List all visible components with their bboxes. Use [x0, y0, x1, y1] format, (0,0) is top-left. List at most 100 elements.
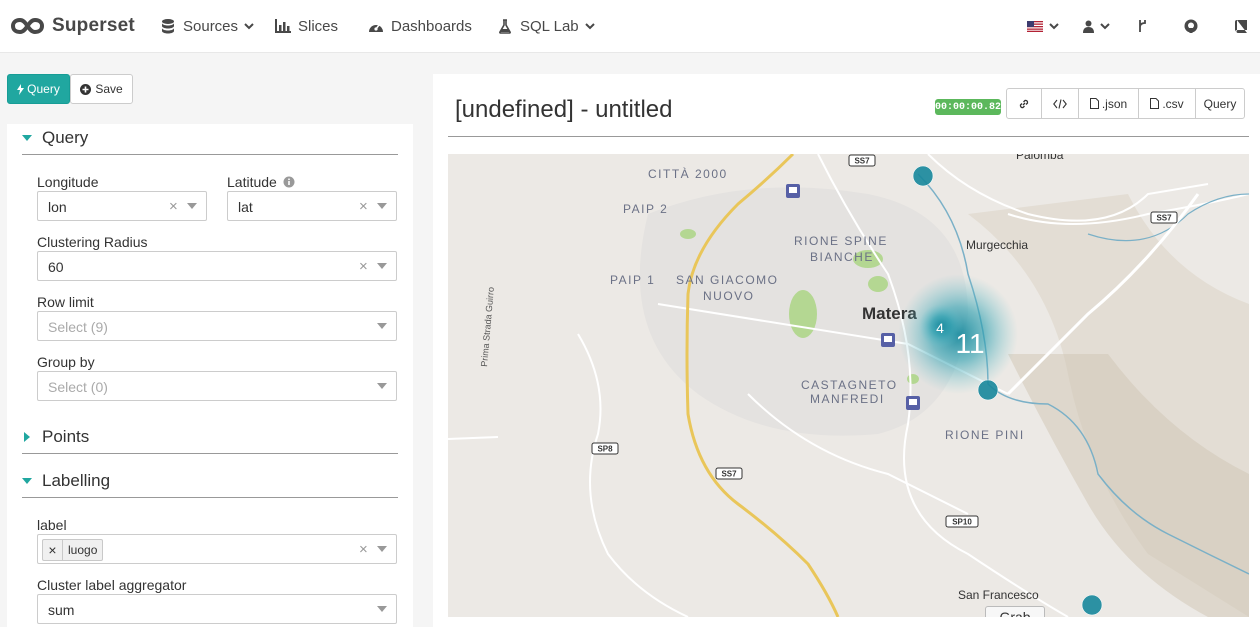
latitude-select[interactable]: lat × — [227, 191, 397, 221]
info-circle-icon[interactable] — [283, 176, 295, 188]
section-query-title: Query — [42, 128, 89, 147]
clear-icon[interactable]: × — [169, 198, 178, 215]
radius-value: 60 — [48, 259, 64, 275]
shield-ss7-b: SS7 — [1156, 214, 1172, 223]
docs-link[interactable] — [1235, 15, 1247, 37]
save-button[interactable]: Save — [70, 74, 133, 104]
aggregator-value: sum — [48, 602, 75, 618]
clear-icon[interactable]: × — [359, 258, 368, 275]
brand[interactable]: Superset — [11, 12, 135, 40]
navbar: Superset Sources Slices Dashboards SQL L… — [0, 0, 1260, 53]
latitude-value: lat — [238, 199, 253, 215]
chart-title[interactable]: [undefined] - untitled — [455, 96, 673, 124]
section-points-title: Points — [42, 427, 90, 446]
view-query-label: Query — [1203, 96, 1237, 111]
csv-button[interactable]: .csv — [1138, 88, 1196, 119]
point-marker[interactable] — [912, 165, 934, 187]
user-menu[interactable] — [1083, 15, 1110, 37]
longitude-select[interactable]: lon × — [37, 191, 207, 221]
point-marker[interactable] — [977, 379, 999, 401]
caret-right-icon — [24, 432, 30, 442]
label-rione-spine: RIONE SPINE — [794, 234, 888, 248]
nav-slices[interactable]: Slices — [275, 16, 338, 36]
nav-sqllab-label: SQL Lab — [520, 17, 579, 35]
longitude-label: Longitude — [37, 174, 99, 190]
label-paip-2: PAIP 2 — [623, 202, 668, 216]
nav-sources[interactable]: Sources — [160, 16, 254, 36]
bar-chart-icon — [275, 18, 291, 34]
group-by-placeholder: Select (0) — [48, 379, 108, 395]
remove-tag-icon[interactable]: × — [43, 540, 63, 560]
file-icon — [1150, 98, 1160, 109]
tag-label: luogo — [68, 543, 98, 557]
nav-dashboards[interactable]: Dashboards — [368, 16, 472, 36]
chevron-down-icon — [377, 546, 387, 552]
aggregator-select[interactable]: sum — [37, 594, 397, 624]
chevron-down-icon — [377, 606, 387, 612]
embed-button[interactable] — [1041, 88, 1079, 119]
label-bianche: BIANCHE — [810, 250, 874, 264]
query-button-label: Query — [27, 82, 60, 96]
chevron-down-icon — [377, 263, 387, 269]
section-labelling-header[interactable]: Labelling — [22, 470, 110, 492]
label-castagneto: CASTAGNETO — [801, 378, 898, 392]
database-icon — [160, 18, 176, 34]
chevron-down-icon — [584, 22, 595, 29]
chevron-down-icon — [377, 383, 387, 389]
row-limit-placeholder: Select (9) — [48, 319, 108, 335]
park — [789, 290, 817, 338]
longitude-value: lon — [48, 199, 67, 215]
json-button[interactable]: .json — [1078, 88, 1139, 119]
clear-icon[interactable]: × — [359, 198, 368, 215]
csv-button-label: .csv — [1162, 96, 1184, 111]
grab-handle[interactable]: Grab — [985, 606, 1045, 617]
shield-ss7-c: SS7 — [721, 470, 737, 479]
shield-sp8: SP8 — [597, 445, 613, 454]
label-field-label: label — [37, 517, 67, 533]
title-divider — [448, 136, 1249, 137]
row-limit-select[interactable]: Select (9) — [37, 311, 397, 341]
bolt-icon — [17, 83, 25, 95]
selected-tag: × luogo — [42, 539, 104, 561]
label-select[interactable]: × luogo × — [37, 534, 397, 564]
query-button[interactable]: Query — [7, 74, 70, 104]
chevron-down-icon — [377, 323, 387, 329]
file-icon — [1089, 98, 1099, 109]
book-icon — [1235, 19, 1247, 33]
link-button[interactable] — [1006, 88, 1042, 119]
label-rione-pini: RIONE PINI — [945, 428, 1025, 442]
us-flag-icon — [1027, 20, 1043, 32]
dashboard-icon — [368, 18, 384, 34]
label-manfredi: MANFREDI — [810, 392, 885, 406]
chevron-down-icon — [377, 203, 387, 209]
json-button-label: .json — [1101, 96, 1128, 111]
github-icon — [1184, 19, 1198, 33]
code-branch-icon — [1139, 20, 1146, 32]
group-by-label: Group by — [37, 354, 95, 370]
query-timer: 00:00:00.82 — [935, 99, 1001, 115]
chevron-down-icon — [244, 22, 254, 29]
cluster-label-11: 11 — [955, 328, 984, 359]
superset-logo-icon — [11, 17, 44, 35]
plus-circle-icon — [80, 83, 92, 95]
label-murgecchia: Murgecchia — [966, 238, 1028, 252]
clear-icon[interactable]: × — [359, 541, 368, 558]
map-canvas: SS7 SS7 SS7 SP8 SP10 CITTÀ 2000 PAIP 2 P… — [448, 154, 1249, 617]
map-view[interactable]: SS7 SS7 SS7 SP8 SP10 CITTÀ 2000 PAIP 2 P… — [448, 154, 1249, 617]
label-san-francesco: San Francesco — [958, 588, 1039, 602]
radius-select[interactable]: 60 × — [37, 251, 397, 281]
view-query-button[interactable]: Query — [1195, 88, 1245, 119]
control-panel: Query Longitude lon × Latitude lat × Clu… — [7, 124, 413, 627]
group-by-select[interactable]: Select (0) — [37, 371, 397, 401]
caret-down-icon — [22, 135, 32, 141]
code-icon — [1053, 98, 1067, 109]
nav-sqllab[interactable]: SQL Lab — [497, 16, 595, 36]
language-picker[interactable] — [1027, 15, 1059, 37]
section-points-header[interactable]: Points — [22, 426, 89, 448]
chart-actions: .json .csv Query — [1006, 88, 1245, 119]
version-link[interactable] — [1138, 15, 1148, 37]
caret-down-icon — [22, 478, 32, 484]
section-query-header[interactable]: Query — [22, 127, 88, 149]
point-marker[interactable] — [1081, 594, 1103, 616]
github-link[interactable] — [1184, 15, 1198, 37]
